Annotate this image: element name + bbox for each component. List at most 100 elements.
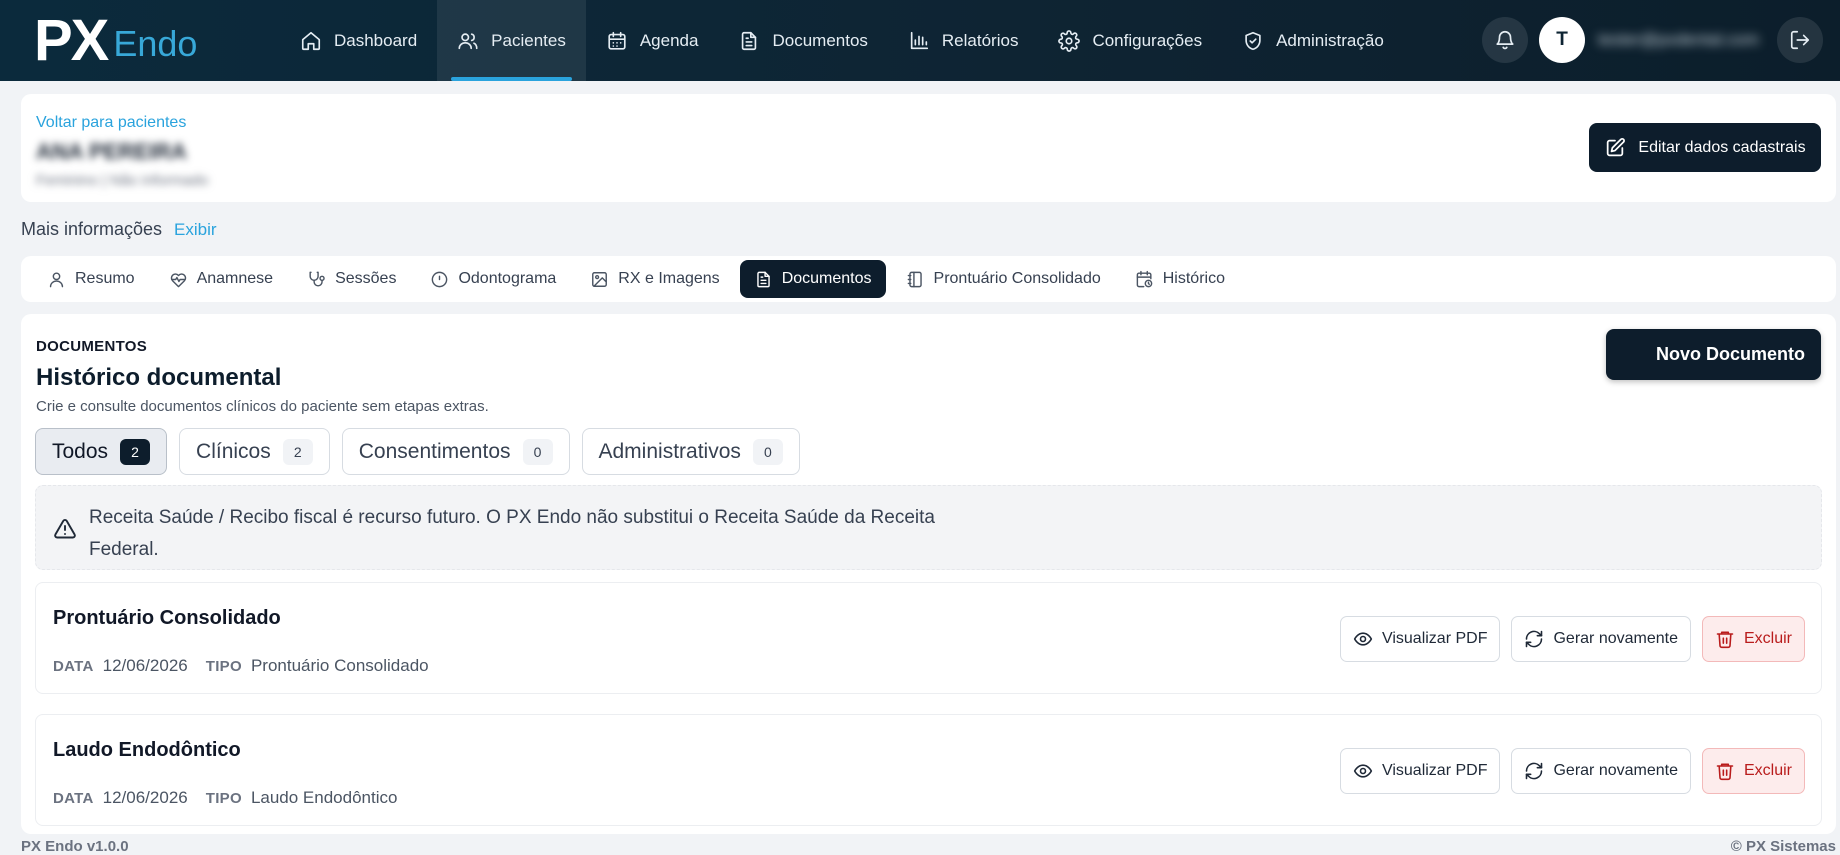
tab-label: Histórico (1162, 270, 1225, 287)
user-avatar[interactable]: T (1539, 17, 1585, 63)
delete-label: Excluir (1743, 630, 1792, 647)
more-info-label: Mais informações (21, 219, 163, 239)
section-description: Crie e consulte documentos clínicos do p… (36, 398, 489, 415)
edit-registration-label: Editar dados cadastrais (1638, 138, 1806, 156)
document-title: Laudo Endodôntico (53, 739, 241, 761)
app-version: PX Endo v1.0.0 (21, 838, 129, 855)
document-title: Prontuário Consolidado (53, 607, 281, 629)
date-key: DATA (53, 790, 94, 807)
tab-sessoes[interactable]: Sessões (293, 260, 410, 298)
logout-icon (1790, 30, 1810, 50)
tab-label: Sessões (335, 270, 397, 287)
edit-icon (1607, 137, 1626, 156)
bar-chart-icon (910, 31, 928, 49)
image-icon (592, 271, 608, 287)
nav-item-configuracoes[interactable]: Configurações (1038, 0, 1222, 81)
notice-banner: Receita Saúde / Recibo fiscal é recurso … (35, 485, 1822, 570)
filter-label: Consentimentos (358, 439, 511, 463)
patient-subtitle: Feminino | Não informado (36, 172, 209, 189)
filter-label: Todos (52, 439, 109, 463)
back-to-patients-link[interactable]: Voltar para pacientes (36, 114, 186, 132)
filter-administrativos[interactable]: Administrativos 0 (581, 428, 800, 475)
tab-label: Prontuário Consolidado (933, 270, 1101, 287)
calendar-clock-icon (1136, 270, 1153, 287)
tab-rx-imagens[interactable]: RX e Imagens (576, 260, 733, 298)
patient-name: ANA PEREIRA (36, 139, 187, 164)
filter-todos[interactable]: Todos 2 (35, 428, 168, 475)
nav-item-dashboard[interactable]: Dashboard (280, 0, 437, 81)
home-icon (301, 31, 321, 50)
tab-resumo[interactable]: Resumo (33, 260, 149, 298)
nav-item-pacientes[interactable]: Pacientes (437, 0, 586, 81)
tab-label: RX e Imagens (618, 270, 720, 287)
edit-registration-button[interactable]: Editar dados cadastrais (1589, 123, 1821, 172)
eye-icon (1353, 764, 1373, 778)
heart-pulse-icon (170, 272, 186, 287)
document-icon (742, 31, 757, 50)
filter-clinicos[interactable]: Clínicos 2 (179, 428, 330, 475)
filter-count-badge: 0 (752, 438, 783, 465)
notifications-button[interactable] (1482, 17, 1528, 63)
copyright: © PX Sistemas (1730, 838, 1836, 855)
main-nav: Dashboard Pacientes Agenda Documentos Re… (280, 0, 1404, 81)
tab-anamnese[interactable]: Anamnese (155, 260, 288, 298)
view-pdf-button[interactable]: Visualizar PDF (1339, 616, 1501, 662)
document-date: 12/06/2026 (102, 656, 188, 675)
nav-item-relatorios[interactable]: Relatórios (888, 0, 1039, 81)
trash-icon (1716, 763, 1734, 781)
tab-prontuario-consolidado[interactable]: Prontuário Consolidado (892, 260, 1115, 298)
tab-odontograma[interactable]: Odontograma (416, 260, 570, 298)
nav-label: Documentos (772, 30, 868, 50)
filter-label: Administrativos (598, 439, 741, 463)
nav-label: Pacientes (491, 30, 566, 50)
logo-px-text: PX (34, 8, 109, 73)
nav-item-agenda[interactable]: Agenda (586, 0, 719, 81)
nav-item-administracao[interactable]: Administração (1222, 0, 1404, 81)
document-type: Prontuário Consolidado (250, 656, 429, 675)
px-endo-logo[interactable]: PX Endo (34, 8, 198, 73)
type-key: TIPO (205, 658, 242, 675)
document-card: Prontuário Consolidado DATA 12/06/2026 T… (35, 582, 1822, 694)
view-pdf-label: Visualizar PDF (1381, 762, 1488, 779)
date-key: DATA (53, 658, 94, 675)
delete-label: Excluir (1743, 762, 1792, 779)
regenerate-button[interactable]: Gerar novamente (1511, 748, 1691, 794)
regenerate-button[interactable]: Gerar novamente (1511, 616, 1691, 662)
user-icon (49, 271, 64, 287)
document-meta: DATA 12/06/2026 TIPO Laudo Endodôntico (53, 788, 415, 808)
notice-text: Receita Saúde / Recibo fiscal é recurso … (89, 507, 935, 560)
tab-label: Odontograma (458, 270, 557, 287)
nav-label: Relatórios (941, 30, 1019, 50)
new-document-button[interactable]: Novo Documento (1606, 329, 1821, 380)
tab-historico[interactable]: Histórico (1121, 260, 1239, 298)
gear-icon (1058, 29, 1081, 52)
regenerate-label: Gerar novamente (1553, 762, 1678, 779)
nav-label: Dashboard (334, 30, 418, 50)
logout-button[interactable] (1777, 17, 1823, 63)
page-title: Histórico documental (36, 364, 282, 391)
type-key: TIPO (205, 790, 242, 807)
patient-tabs: Resumo Anamnese Sessões Odontograma RX e… (21, 256, 1836, 302)
section-label: DOCUMENTOS (36, 338, 148, 355)
users-icon (458, 32, 478, 49)
view-pdf-button[interactable]: Visualizar PDF (1339, 748, 1501, 794)
logo-endo-text: Endo (113, 23, 198, 64)
tab-label: Documentos (781, 270, 872, 287)
trash-icon (1716, 631, 1734, 649)
nav-label: Configurações (1092, 30, 1203, 50)
document-actions: Visualizar PDF Gerar novamente Excluir (1339, 748, 1805, 794)
documents-panel: DOCUMENTOS Histórico documental Crie e c… (21, 314, 1836, 834)
filter-consentimentos[interactable]: Consentimentos 0 (341, 428, 570, 475)
delete-button[interactable]: Excluir (1701, 748, 1805, 794)
warning-icon (54, 519, 76, 539)
document-date: 12/06/2026 (102, 788, 188, 807)
document-actions: Visualizar PDF Gerar novamente Excluir (1339, 616, 1805, 662)
refresh-icon (1526, 630, 1543, 648)
tab-label: Anamnese (196, 270, 274, 287)
nav-item-documentos[interactable]: Documentos (718, 0, 887, 81)
tab-documentos[interactable]: Documentos (739, 260, 886, 298)
tab-label: Resumo (75, 270, 135, 287)
show-more-info-link[interactable]: Exibir (174, 220, 217, 240)
delete-button[interactable]: Excluir (1701, 616, 1805, 662)
filter-count-badge: 2 (120, 438, 151, 465)
